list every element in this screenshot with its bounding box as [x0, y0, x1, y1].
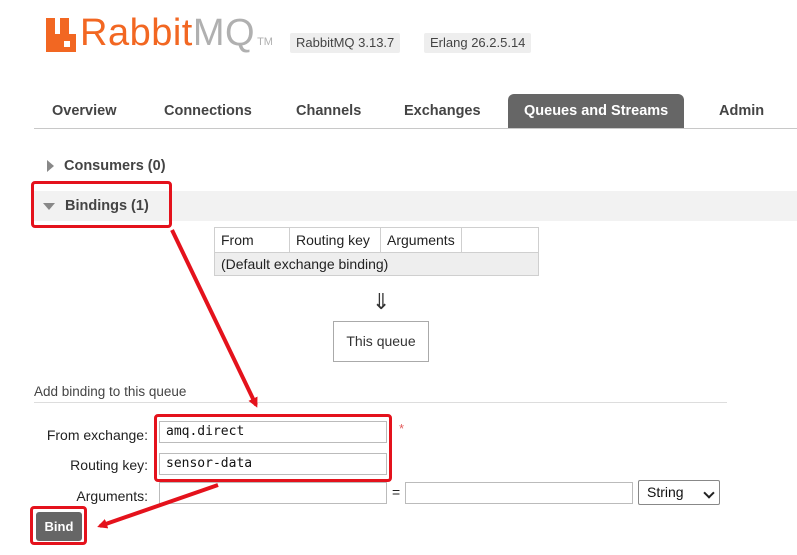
double-down-arrow-icon: ⇓ [372, 289, 391, 314]
expanded-triangle-icon [43, 202, 55, 210]
collapsed-triangle-icon [47, 160, 54, 172]
main-nav: Overview Connections Channels Exchanges … [34, 94, 797, 129]
tab-overview[interactable]: Overview [52, 94, 117, 128]
bindings-section-toggle[interactable]: Bindings (1) [34, 191, 797, 221]
add-binding-title: Add binding to this queue [34, 384, 187, 399]
bindings-label: Bindings (1) [65, 198, 149, 214]
col-routing-key: Routing key [289, 227, 381, 253]
from-exchange-input[interactable]: amq.direct [159, 421, 387, 443]
tab-queues-and-streams[interactable]: Queues and Streams [508, 94, 685, 128]
logo-text: RabbitMQ [80, 14, 255, 52]
bindings-table-header: From Routing key Arguments [214, 227, 539, 253]
trademark: TM [257, 36, 273, 48]
from-exchange-label: From exchange: [46, 427, 148, 443]
argument-key-input[interactable] [159, 482, 387, 504]
tab-channels[interactable]: Channels [296, 94, 361, 128]
consumers-label: Consumers (0) [64, 158, 166, 174]
col-arguments: Arguments [380, 227, 462, 253]
bind-button[interactable]: Bind [36, 512, 82, 541]
chevron-down-icon [703, 487, 715, 499]
default-exchange-binding: (Default exchange binding) [214, 252, 539, 276]
argument-type-select[interactable]: String [638, 480, 720, 505]
this-queue-box: This queue [333, 321, 429, 362]
tab-admin[interactable]: Admin [719, 94, 764, 128]
table-row: (Default exchange binding) [214, 252, 539, 276]
logo-rabbit-text: Rabbit [80, 12, 193, 54]
tab-connections[interactable]: Connections [164, 94, 252, 128]
rabbitmq-logo[interactable]: RabbitMQ TM [46, 14, 273, 52]
col-actions [460, 227, 539, 253]
tab-exchanges[interactable]: Exchanges [404, 94, 481, 128]
divider [34, 402, 727, 403]
col-from: From [214, 227, 290, 253]
bindings-table: From Routing key Arguments (Default exch… [214, 227, 539, 276]
logo-mq-text: MQ [192, 12, 256, 54]
argument-type-value: String [647, 484, 684, 500]
routing-key-label: Routing key: [70, 457, 148, 473]
arguments-label: Arguments: [76, 488, 148, 504]
required-marker: * [399, 421, 405, 436]
consumers-section-toggle[interactable]: Consumers (0) [34, 151, 797, 181]
routing-key-input[interactable]: sensor-data [159, 453, 387, 475]
argument-value-input[interactable] [405, 482, 633, 504]
erlang-badge: Erlang 26.2.5.14 [424, 33, 532, 53]
rabbit-logo-icon [46, 18, 76, 52]
version-badge: RabbitMQ 3.13.7 [290, 33, 401, 53]
equals-sign: = [392, 484, 401, 500]
